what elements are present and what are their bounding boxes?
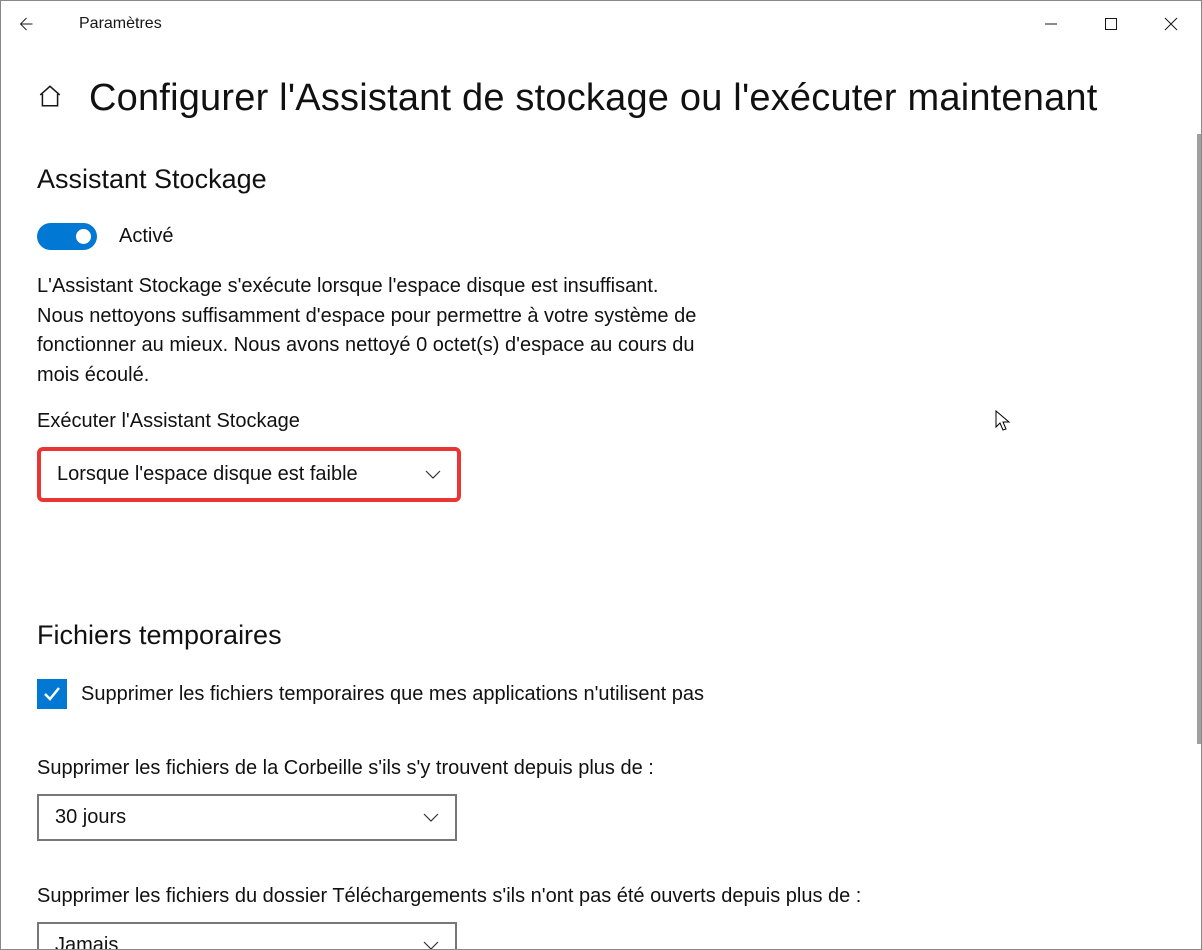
recycle-bin-label: Supprimer les fichiers de la Corbeille s… xyxy=(37,757,1165,780)
recycle-bin-dropdown[interactable]: 30 jours xyxy=(37,794,457,841)
chevron-down-icon xyxy=(423,934,439,949)
downloads-group: Supprimer les fichiers du dossier Téléch… xyxy=(37,885,1165,949)
scrollbar-thumb[interactable] xyxy=(1197,134,1201,744)
home-button[interactable] xyxy=(37,83,63,114)
close-button[interactable] xyxy=(1141,1,1201,47)
window-title: Paramètres xyxy=(79,15,162,33)
chevron-down-icon xyxy=(425,463,441,486)
back-button[interactable] xyxy=(1,1,49,47)
maximize-icon xyxy=(1104,17,1118,31)
home-icon xyxy=(37,83,63,109)
storage-sense-toggle-row: Activé xyxy=(37,223,1165,250)
delete-temp-files-label: Supprimer les fichiers temporaires que m… xyxy=(81,683,704,706)
delete-temp-files-checkbox[interactable] xyxy=(37,679,67,709)
dropdown-value: 30 jours xyxy=(55,806,126,829)
page-title: Configurer l'Assistant de stockage ou l'… xyxy=(89,77,1098,120)
toggle-knob xyxy=(76,229,91,244)
titlebar: Paramètres xyxy=(1,1,1201,47)
storage-sense-description: L'Assistant Stockage s'exécute lorsque l… xyxy=(37,272,707,390)
close-icon xyxy=(1164,17,1178,31)
section-heading-temp-files: Fichiers temporaires xyxy=(37,620,1165,651)
maximize-button[interactable] xyxy=(1081,1,1141,47)
run-storage-sense-dropdown[interactable]: Lorsque l'espace disque est faible xyxy=(37,447,461,502)
minimize-button[interactable] xyxy=(1021,1,1081,47)
arrow-left-icon xyxy=(16,15,34,33)
page-heading-row: Configurer l'Assistant de stockage ou l'… xyxy=(37,77,1165,120)
window-controls xyxy=(1021,1,1201,47)
run-storage-sense-label: Exécuter l'Assistant Stockage xyxy=(37,410,1165,433)
dropdown-value: Lorsque l'espace disque est faible xyxy=(57,463,358,486)
minimize-icon xyxy=(1044,17,1058,31)
content-area: Configurer l'Assistant de stockage ou l'… xyxy=(1,47,1201,949)
section-heading-storage: Assistant Stockage xyxy=(37,164,1165,195)
downloads-dropdown[interactable]: Jamais xyxy=(37,922,457,949)
toggle-state-label: Activé xyxy=(119,225,173,248)
checkmark-icon xyxy=(42,684,62,704)
run-storage-sense-group: Exécuter l'Assistant Stockage Lorsque l'… xyxy=(37,410,1165,502)
recycle-bin-group: Supprimer les fichiers de la Corbeille s… xyxy=(37,757,1165,841)
downloads-label: Supprimer les fichiers du dossier Téléch… xyxy=(37,885,1165,908)
dropdown-value: Jamais xyxy=(55,934,118,949)
delete-temp-files-row: Supprimer les fichiers temporaires que m… xyxy=(37,679,1165,709)
chevron-down-icon xyxy=(423,806,439,829)
storage-sense-toggle[interactable] xyxy=(37,223,97,250)
